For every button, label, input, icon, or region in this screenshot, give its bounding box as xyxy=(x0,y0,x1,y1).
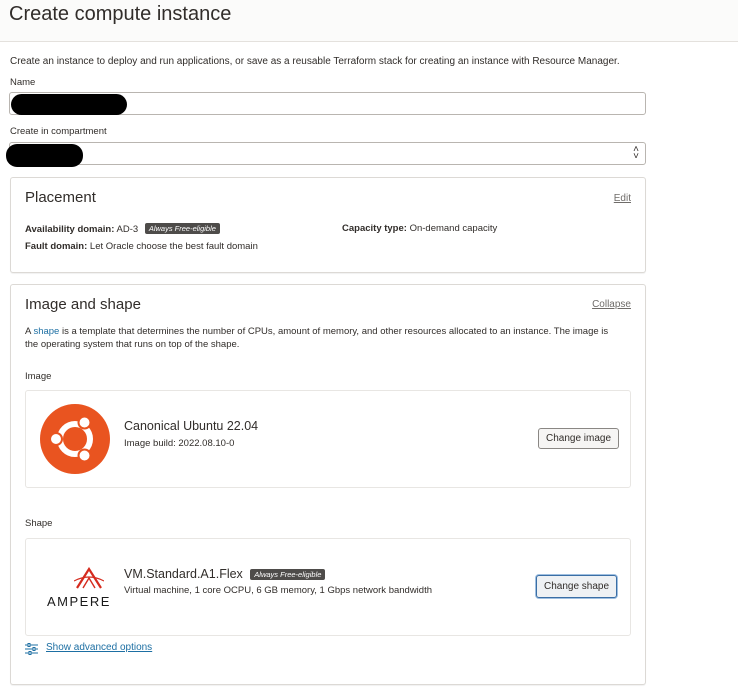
redacted-name xyxy=(11,94,127,115)
sliders-icon xyxy=(25,643,38,655)
shape-name: VM.Standard.A1.Flex xyxy=(124,567,243,581)
placement-title: Placement xyxy=(25,189,96,206)
name-input[interactable] xyxy=(9,92,646,115)
shape-free-eligible-badge: Always Free-eligible xyxy=(250,569,326,580)
show-advanced-options-link[interactable]: Show advanced options xyxy=(46,642,152,653)
name-label: Name xyxy=(10,77,36,88)
ampere-logo-icon xyxy=(74,567,104,589)
intro-text: Create an instance to deploy and run app… xyxy=(10,56,620,67)
shape-section-label: Shape xyxy=(25,518,53,529)
capacity-type-value: On-demand capacity xyxy=(409,223,498,234)
collapse-link[interactable]: Collapse xyxy=(592,299,631,310)
shape-details: Virtual machine, 1 core OCPU, 6 GB memor… xyxy=(124,585,433,596)
ampere-logo-text: AMPERE xyxy=(47,594,111,609)
placement-panel: Placement Edit Availability domain: AD-3… xyxy=(10,177,646,273)
page-title: Create compute instance xyxy=(9,3,232,25)
fault-domain-label: Fault domain: xyxy=(25,241,88,252)
availability-domain-line: Availability domain: AD-3 Always Free-el… xyxy=(25,223,220,235)
compartment-select[interactable]: ˄ ˅ xyxy=(6,142,646,167)
change-image-button[interactable]: Change image xyxy=(538,428,620,449)
placement-edit-link[interactable]: Edit xyxy=(614,193,631,204)
image-name: Canonical Ubuntu 22.04 xyxy=(124,419,259,433)
fault-domain-value: Let Oracle choose the best fault domain xyxy=(89,241,258,252)
availability-domain-value: AD-3 xyxy=(116,224,139,235)
image-section-label: Image xyxy=(25,371,52,382)
free-eligible-badge: Always Free-eligible xyxy=(144,223,220,234)
fault-domain-line: Fault domain: Let Oracle choose the best… xyxy=(25,241,258,252)
redacted-compartment xyxy=(6,144,83,167)
capacity-type-label: Capacity type: xyxy=(342,223,407,234)
image-card: Canonical Ubuntu 22.04 Image build: 2022… xyxy=(25,390,631,488)
ubuntu-logo-icon xyxy=(40,404,110,474)
shape-card: AMPERE VM.Standard.A1.Flex Always Free-e… xyxy=(25,538,631,636)
shape-description-line1: A shape is a template that determines th… xyxy=(25,326,608,337)
compartment-label: Create in compartment xyxy=(10,126,107,137)
page-header: Create compute instance xyxy=(0,0,738,42)
image-shape-panel: Image and shape Collapse A shape is a te… xyxy=(10,284,646,685)
capacity-type-line: Capacity type: On-demand capacity xyxy=(342,223,497,234)
availability-domain-label: Availability domain: xyxy=(25,224,115,235)
shape-description-line2: the operating system that runs on top of… xyxy=(25,339,240,350)
image-shape-title: Image and shape xyxy=(25,296,141,313)
shape-link[interactable]: shape xyxy=(33,326,59,337)
select-arrows-icon: ˄ ˅ xyxy=(633,144,639,162)
shape-name-line: VM.Standard.A1.Flex Always Free-eligible xyxy=(124,567,326,581)
change-shape-button[interactable]: Change shape xyxy=(536,575,618,598)
desc-line1: is a template that determines the number… xyxy=(59,326,609,337)
image-build: Image build: 2022.08.10-0 xyxy=(124,438,235,449)
